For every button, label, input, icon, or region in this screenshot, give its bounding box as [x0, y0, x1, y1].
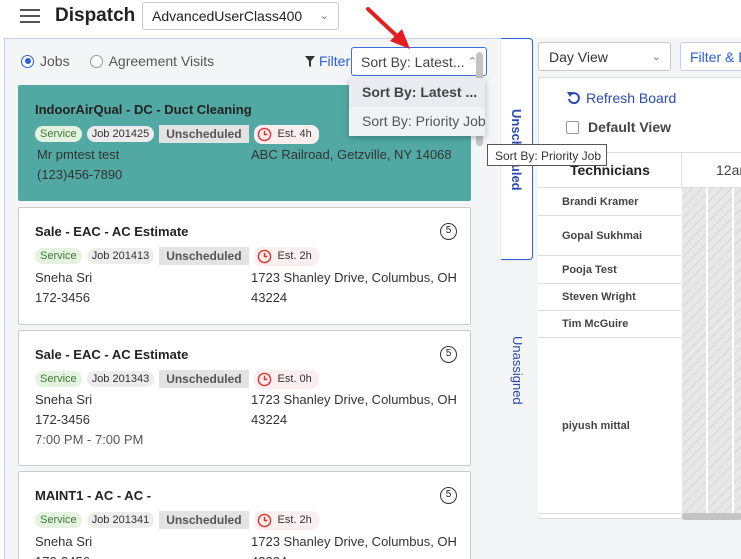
estimate-text: Est. 0h: [277, 373, 312, 385]
job-card-phone: 172-3456: [35, 552, 90, 559]
estimate-text: Est. 4h: [277, 128, 312, 140]
annotation-arrow-icon: [366, 7, 410, 49]
sort-option-tooltip: Sort By: Priority Job: [487, 144, 607, 166]
job-card-badges: Service Job 201341 Unscheduled Est. 2h: [35, 510, 319, 530]
job-card-badges: Service Job 201425 Unscheduled Est. 4h: [35, 124, 319, 144]
job-card-address: 1723 Shanley Drive, Columbus, OH: [251, 392, 457, 407]
dispatch-app: Dispatch AdvancedUserClass400 ⌄ Jobs Agr…: [0, 0, 741, 559]
estimate-badge: Est. 4h: [253, 124, 319, 144]
technician-row[interactable]: Tim McGuire: [538, 311, 681, 338]
job-card-title: Sale - EAC - AC Estimate: [35, 224, 189, 239]
technician-row[interactable]: Brandi Kramer: [538, 188, 681, 216]
job-card-3[interactable]: Sale - EAC - AC Estimate 5 Service Job 2…: [18, 330, 471, 466]
job-card-address: 1723 Shanley Drive, Columbus, OH: [251, 270, 457, 285]
job-card-contact: Sneha Sri: [35, 392, 93, 407]
job-card-title: Sale - EAC - AC Estimate: [35, 347, 189, 362]
service-badge: Service: [35, 371, 82, 387]
technician-row[interactable]: piyush mittal: [538, 338, 681, 514]
radio-jobs-label[interactable]: Jobs: [40, 53, 70, 69]
status-badge: Unscheduled: [159, 247, 249, 265]
filter-label: Filter: [319, 53, 351, 69]
status-badge: Unscheduled: [159, 370, 249, 388]
technician-row[interactable]: Steven Wright: [538, 284, 681, 311]
view-select-value: Day View: [549, 49, 608, 65]
clock-icon: [257, 249, 271, 263]
job-card-badges: Service Job 201413 Unscheduled Est. 2h: [35, 246, 319, 266]
priority-count-badge: 5: [440, 346, 457, 363]
page-title: Dispatch: [55, 5, 136, 26]
job-number-badge: Job 201413: [86, 248, 155, 264]
job-card-title: IndoorAirQual - DC - Duct Cleaning: [35, 102, 252, 117]
clock-icon: [257, 127, 271, 141]
column-divider: [681, 152, 682, 188]
clock-icon: [257, 372, 271, 386]
technician-row[interactable]: Pooja Test: [538, 256, 681, 284]
sort-option-latest[interactable]: Sort By: Latest ...: [349, 78, 485, 107]
default-view-toggle[interactable]: Default View: [566, 119, 671, 135]
radio-agreement-visits[interactable]: [89, 54, 103, 68]
job-card-zip: 43224: [251, 290, 288, 305]
estimate-badge: Est. 0h: [253, 369, 319, 389]
job-card-4[interactable]: MAINT1 - AC - AC - 5 Service Job 201341 …: [18, 471, 471, 559]
service-badge: Service: [35, 248, 82, 264]
job-card-phone: (123)456-7890: [37, 167, 123, 182]
job-card-zip: 43224: [251, 552, 287, 559]
chevron-down-icon: ⌄: [651, 51, 661, 63]
estimate-badge: Est. 2h: [253, 246, 319, 266]
job-card-2[interactable]: Sale - EAC - AC Estimate 5 Service Job 2…: [18, 207, 471, 325]
refresh-board-button[interactable]: Refresh Board: [567, 90, 676, 106]
job-card-badges: Service Job 201343 Unscheduled Est. 0h: [35, 369, 319, 389]
job-card-address: ABC Railroad, Getzville, NY 14068: [251, 147, 452, 162]
user-class-select[interactable]: AdvancedUserClass400 ⌄: [142, 2, 339, 30]
filter-and-export-button[interactable]: Filter & E: [680, 42, 741, 71]
job-type-radio-group: Jobs Agreement Visits: [21, 53, 234, 69]
refresh-icon: [567, 92, 580, 105]
job-number-badge: Job 201341: [86, 512, 155, 528]
refresh-board-label: Refresh Board: [586, 90, 677, 106]
sort-option-priority[interactable]: Sort By: Priority Job: [349, 107, 485, 136]
job-card-contact: Sneha Sri: [35, 534, 93, 549]
status-badge: Unscheduled: [159, 125, 249, 143]
tab-unassigned-label: Unassigned: [510, 336, 525, 405]
job-number-badge: Job 201343: [86, 371, 155, 387]
job-card-time: 7:00 PM - 7:00 PM: [35, 432, 144, 447]
time-grid: [682, 188, 741, 516]
job-card-zip: 43224: [251, 412, 288, 427]
default-view-label: Default View: [588, 119, 671, 135]
tab-unassigned[interactable]: Unassigned: [501, 262, 533, 559]
job-card-address: 1723 Shanley Drive, Columbus, OH: [251, 534, 457, 549]
estimate-text: Est. 2h: [277, 514, 312, 526]
priority-count-badge: 5: [440, 223, 457, 240]
view-select[interactable]: Day View ⌄: [538, 42, 671, 71]
job-card-title: MAINT1 - AC - AC -: [35, 488, 152, 503]
time-column-header: 12am: [716, 162, 741, 178]
filter-icon: [305, 55, 315, 67]
job-card-phone: 172-3456: [35, 290, 90, 305]
job-card-contact: Mr pmtest test: [37, 147, 120, 162]
user-class-value: AdvancedUserClass400: [152, 8, 303, 24]
status-badge: Unscheduled: [159, 511, 249, 529]
estimate-badge: Est. 2h: [253, 510, 319, 530]
filter-button[interactable]: Filter: [305, 53, 350, 69]
hamburger-menu-icon[interactable]: [20, 6, 40, 24]
radio-agreement-visits-label[interactable]: Agreement Visits: [109, 53, 215, 69]
sort-value: Sort By: Latest...: [361, 54, 465, 70]
board-horizontal-scrollbar[interactable]: [682, 513, 741, 520]
service-badge: Service: [35, 126, 82, 142]
clock-icon: [257, 513, 271, 527]
priority-count-badge: 5: [440, 487, 457, 504]
technician-row[interactable]: Gopal Sukhmai: [538, 216, 681, 256]
job-number-badge: Job 201425: [86, 126, 155, 142]
sort-dropdown-menu: Sort By: Latest ... Sort By: Priority Jo…: [349, 78, 485, 136]
estimate-text: Est. 2h: [277, 250, 312, 262]
service-badge: Service: [35, 512, 82, 528]
default-view-checkbox[interactable]: [566, 120, 579, 134]
radio-jobs[interactable]: [21, 54, 34, 68]
job-card-contact: Sneha Sri: [35, 270, 93, 285]
chevron-down-icon: ⌄: [319, 10, 329, 22]
job-card-phone: 172-3456: [35, 412, 90, 427]
